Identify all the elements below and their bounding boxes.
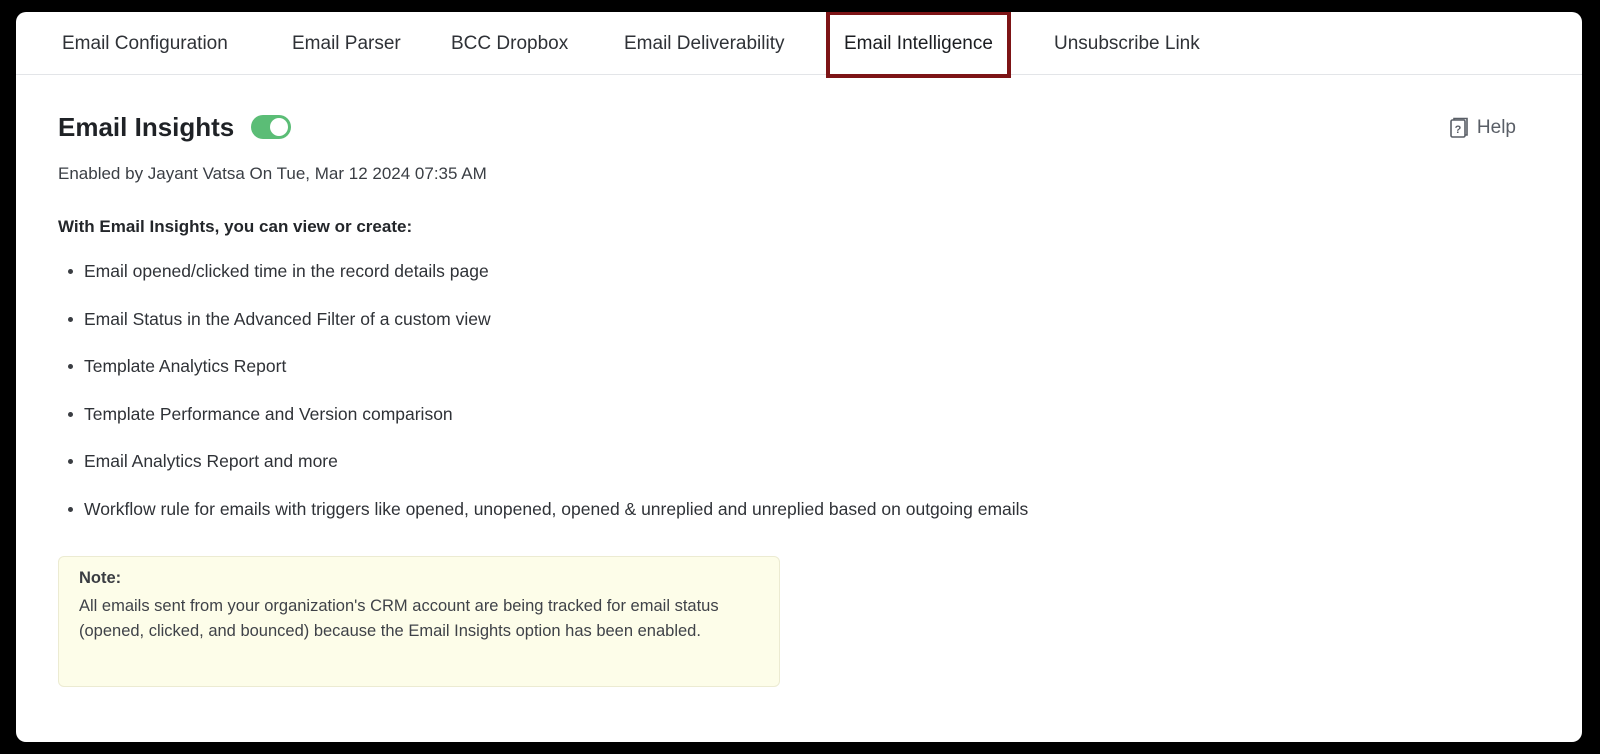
list-item: Email Status in the Advanced Filter of a…: [58, 306, 1028, 354]
settings-panel: Email Configuration Email Parser BCC Dro…: [16, 12, 1582, 742]
enabled-by-text: Enabled by Jayant Vatsa On Tue, Mar 12 2…: [58, 164, 487, 183]
bullet-icon: [68, 459, 73, 464]
tab-bar: Email Configuration Email Parser BCC Dro…: [16, 12, 1582, 78]
list-item: Template Analytics Report: [58, 353, 1028, 401]
feature-text: Email Status in the Advanced Filter of a…: [84, 308, 491, 329]
list-item: Workflow rule for emails with triggers l…: [58, 496, 1028, 544]
email-insights-toggle[interactable]: [251, 115, 291, 139]
tab-email-intelligence[interactable]: Email Intelligence: [826, 12, 1011, 78]
bullet-icon: [68, 506, 73, 512]
bullet-icon: [68, 364, 73, 369]
feature-text: Workflow rule for emails with triggers l…: [84, 498, 1029, 519]
toggle-knob: [270, 118, 288, 136]
help-label: Help: [1476, 117, 1516, 138]
bullet-icon: [68, 411, 73, 417]
note-title: Note:: [79, 569, 122, 587]
list-item: Email Analytics Report and more: [58, 448, 1028, 496]
feature-text: Template Performance and Version compari…: [84, 403, 453, 424]
tab-email-parser[interactable]: Email Parser: [292, 12, 401, 74]
tab-unsubscribe-link[interactable]: Unsubscribe Link: [1054, 12, 1200, 74]
tab-email-configuration[interactable]: Email Configuration: [62, 12, 228, 74]
note-box: Note: All emails sent from your organiza…: [58, 556, 780, 687]
tab-bcc-dropbox[interactable]: BCC Dropbox: [451, 12, 568, 74]
features-list: Email opened/clicked time in the record …: [58, 258, 1028, 543]
feature-text: Template Analytics Report: [84, 356, 287, 376]
bullet-icon: [68, 269, 73, 274]
list-item: Template Performance and Version compari…: [58, 401, 1028, 449]
svg-text:?: ?: [1455, 124, 1462, 136]
bullet-icon: [68, 316, 73, 322]
help-link[interactable]: ? Help: [1449, 117, 1516, 139]
features-intro: With Email Insights, you can view or cre…: [58, 217, 413, 236]
feature-text: Email opened/clicked time in the record …: [84, 261, 489, 281]
list-item: Email opened/clicked time in the record …: [58, 258, 1028, 306]
feature-text: Email Analytics Report and more: [84, 451, 338, 471]
note-text: All emails sent from your organization's…: [79, 597, 719, 640]
page-title: Email Insights: [58, 112, 235, 142]
tab-email-deliverability[interactable]: Email Deliverability: [624, 12, 785, 74]
help-book-icon: ?: [1449, 117, 1469, 139]
